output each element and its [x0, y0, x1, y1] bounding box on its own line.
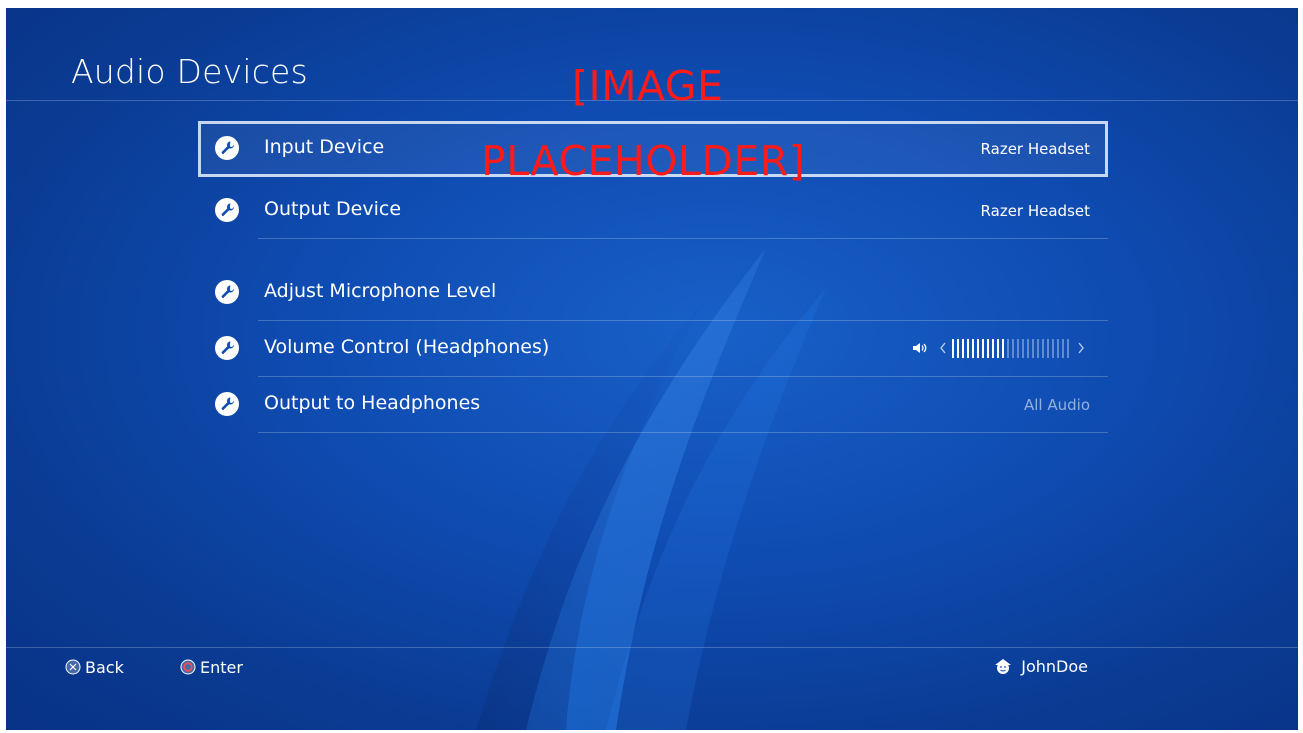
volume-bar: [1047, 338, 1049, 358]
volume-slider[interactable]: [912, 337, 1090, 359]
menu-item-value: Razer Headset: [980, 202, 1090, 220]
menu-item-volume-control[interactable]: Volume Control (Headphones): [198, 321, 1108, 377]
menu-item-value: All Audio: [1024, 396, 1090, 414]
volume-bar: [977, 338, 979, 358]
enter-button[interactable]: Enter: [180, 657, 243, 677]
volume-decrease-arrow-icon[interactable]: [940, 342, 946, 354]
volume-bar: [1002, 338, 1004, 358]
wrench-icon: [215, 280, 239, 304]
menu-item-label: Volume Control (Headphones): [264, 336, 550, 358]
volume-bar: [952, 338, 954, 358]
volume-bar: [1037, 338, 1039, 358]
menu-item-label: Output to Headphones: [264, 392, 481, 414]
menu-item-output-device[interactable]: Output Device Razer Headset: [198, 183, 1108, 239]
footer-divider: [6, 647, 1298, 648]
wrench-icon: [215, 198, 239, 222]
volume-bar: [1017, 338, 1019, 358]
item-divider: [258, 432, 1108, 433]
item-divider: [258, 238, 1108, 239]
page-title: Audio Devices: [71, 52, 308, 91]
volume-bar: [997, 338, 999, 358]
wrench-icon: [215, 136, 239, 160]
menu-item-value: Razer Headset: [980, 140, 1090, 158]
volume-bar: [992, 338, 994, 358]
volume-bar: [1007, 338, 1009, 358]
enter-button-label: Enter: [200, 657, 243, 677]
back-button[interactable]: Back: [65, 657, 124, 677]
volume-bar: [972, 338, 974, 358]
volume-bar: [987, 338, 989, 358]
cross-button-icon: [65, 659, 81, 675]
menu-item-adjust-microphone-level[interactable]: Adjust Microphone Level: [198, 265, 1108, 321]
speaker-icon: [913, 343, 927, 353]
volume-bar: [1042, 338, 1044, 358]
menu-item-label: Adjust Microphone Level: [264, 280, 497, 302]
wrench-icon: [215, 336, 239, 360]
volume-bar: [1067, 338, 1069, 358]
volume-increase-arrow-icon[interactable]: [1078, 342, 1084, 354]
volume-bar: [1012, 338, 1014, 358]
image-placeholder-line-2: PLACEHOLDER]: [481, 137, 806, 185]
volume-bar: [982, 338, 984, 358]
volume-bar: [957, 338, 959, 358]
user-avatar-icon: [995, 659, 1012, 674]
volume-bar: [1022, 338, 1024, 358]
volume-level-bars: [952, 338, 1072, 358]
wrench-icon: [215, 392, 239, 416]
volume-bar: [1052, 338, 1054, 358]
volume-bar: [1032, 338, 1034, 358]
menu-item-label: Output Device: [264, 198, 402, 220]
back-button-label: Back: [85, 657, 124, 677]
volume-bar: [962, 338, 964, 358]
settings-screen: Audio Devices Input Device Razer Headset…: [6, 8, 1298, 730]
image-placeholder-line-1: [IMAGE: [572, 62, 724, 110]
volume-bar: [1027, 338, 1029, 358]
volume-bar: [1057, 338, 1059, 358]
user-info: JohnDoe: [993, 655, 1088, 677]
volume-bar: [967, 338, 969, 358]
circle-button-icon: [180, 659, 196, 675]
username: JohnDoe: [1021, 656, 1088, 676]
menu-item-output-to-headphones[interactable]: Output to Headphones All Audio: [198, 377, 1108, 433]
volume-bar: [1062, 338, 1064, 358]
menu-item-label: Input Device: [264, 136, 385, 158]
